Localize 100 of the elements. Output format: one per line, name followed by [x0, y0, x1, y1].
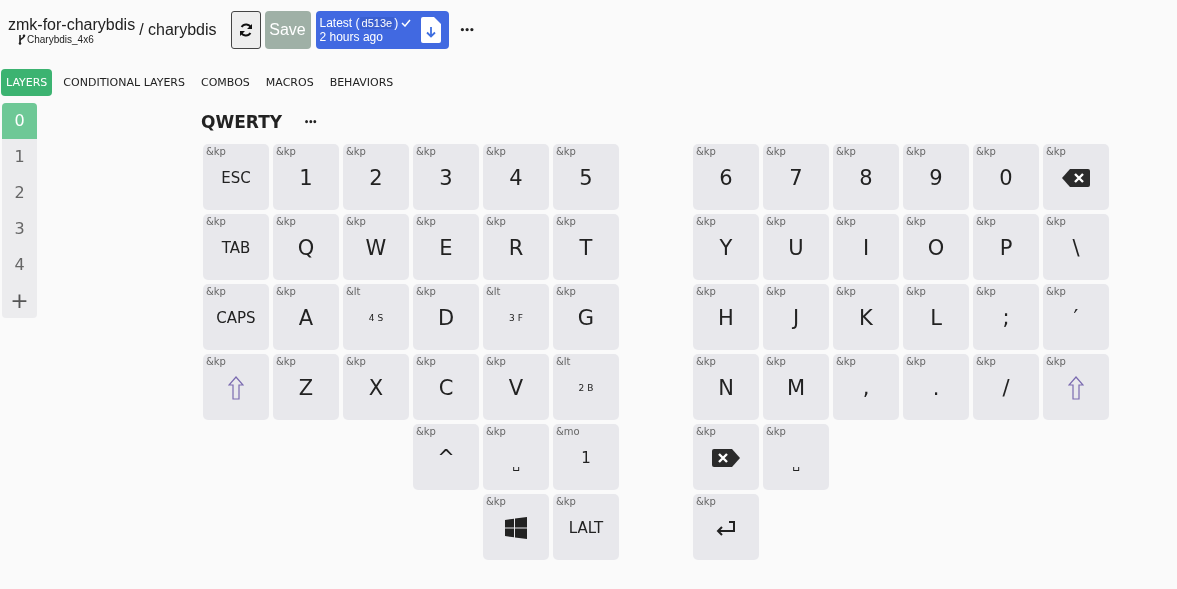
key[interactable]: &kp W [343, 214, 409, 280]
key-label: P [999, 236, 1013, 260]
key[interactable]: &kp X [343, 354, 409, 420]
key[interactable]: &kp 4 [483, 144, 549, 210]
key[interactable]: &kp 8 [833, 144, 899, 210]
key[interactable]: &kp [693, 424, 759, 490]
key[interactable]: &kp R [483, 214, 549, 280]
key-label: 6 [719, 166, 733, 190]
layer-menu[interactable]: ••• [304, 117, 317, 127]
key[interactable]: &kp \ [1043, 214, 1109, 280]
refresh-button[interactable] [230, 11, 261, 49]
binding-label: &kp [696, 216, 716, 228]
delete-icon [711, 448, 741, 468]
binding-label: &kp [766, 286, 786, 298]
key[interactable]: &kp ′ [1043, 284, 1109, 350]
key[interactable]: &kp L [903, 284, 969, 350]
key[interactable]: &kp C [413, 354, 479, 420]
key[interactable]: &kp ␣ [763, 424, 829, 490]
key[interactable]: &kp ESC [203, 144, 269, 210]
windows-icon [505, 517, 527, 539]
key-label: Z [298, 376, 314, 400]
key[interactable]: &lt 4 S [343, 284, 409, 350]
key[interactable]: &kp D [413, 284, 479, 350]
tab[interactable]: CONDITIONAL LAYERS [58, 69, 190, 96]
tab[interactable]: COMBOS [196, 69, 255, 96]
key[interactable]: &kp E [413, 214, 479, 280]
key[interactable]: &kp A [273, 284, 339, 350]
key-label: E [439, 236, 453, 260]
key[interactable]: &kp O [903, 214, 969, 280]
layer-item[interactable]: 4 [2, 246, 37, 283]
key[interactable]: &kp , [833, 354, 899, 420]
key[interactable]: &kp 3 [413, 144, 479, 210]
key[interactable]: &kp T [553, 214, 619, 280]
key[interactable]: &lt 2 B [553, 354, 619, 420]
binding-label: &kp [276, 356, 296, 368]
key[interactable]: &kp Q [273, 214, 339, 280]
key[interactable]: &kp [1043, 144, 1109, 210]
key[interactable]: &kp [1043, 354, 1109, 420]
key-label: ; [1002, 306, 1010, 330]
key[interactable]: &kp U [763, 214, 829, 280]
key[interactable]: &kp 2 [343, 144, 409, 210]
key[interactable]: &kp 9 [903, 144, 969, 210]
key[interactable]: &kp TAB [203, 214, 269, 280]
tab[interactable]: MACROS [260, 69, 319, 96]
key[interactable]: &kp P [973, 214, 1039, 280]
tab[interactable]: BEHAVIORS [324, 69, 399, 96]
branch-label[interactable]: Charybdis_4x6 [8, 33, 136, 45]
binding-label: &kp [766, 216, 786, 228]
key[interactable]: &kp LALT [553, 494, 619, 560]
key[interactable]: &kp 1 [273, 144, 339, 210]
key[interactable]: &kp 0 [973, 144, 1039, 210]
layer-item[interactable]: 2 [2, 174, 37, 211]
key[interactable]: &kp 6 [693, 144, 759, 210]
key-label: R [508, 236, 524, 260]
key[interactable]: &kp [693, 494, 759, 560]
key-label: \ [1072, 236, 1080, 260]
key[interactable]: &kp N [693, 354, 759, 420]
key-label: 1 [581, 449, 591, 467]
key[interactable]: &kp 5 [553, 144, 619, 210]
key[interactable]: &kp K [833, 284, 899, 350]
binding-label: &kp [696, 426, 716, 438]
binding-label: &kp [556, 496, 576, 508]
key-label: X [368, 376, 384, 400]
key[interactable]: &kp M [763, 354, 829, 420]
key[interactable]: &kp Z [273, 354, 339, 420]
add-layer-button[interactable]: + [2, 282, 37, 318]
key-label: 0 [999, 166, 1013, 190]
key[interactable]: &kp ␣ [483, 424, 549, 490]
branch-icon [18, 33, 26, 45]
key[interactable]: &kp G [553, 284, 619, 350]
key[interactable]: &mo 1 [553, 424, 619, 490]
version-button[interactable]: Latest ( d513e ) 2 hours ago [315, 11, 450, 49]
key-label: CAPS [216, 309, 256, 327]
key[interactable]: &kp V [483, 354, 549, 420]
more-menu[interactable]: ••• [459, 25, 474, 35]
binding-label: &kp [276, 286, 296, 298]
layer-item[interactable]: 3 [2, 210, 37, 247]
key[interactable]: &kp J [763, 284, 829, 350]
layer-item[interactable]: 1 [2, 138, 37, 175]
key[interactable]: &lt 3 F [483, 284, 549, 350]
key[interactable]: &kp ^ [413, 424, 479, 490]
key[interactable]: &kp I [833, 214, 899, 280]
key[interactable]: &kp H [693, 284, 759, 350]
key-label: ␣ [512, 457, 520, 471]
key[interactable]: &kp Y [693, 214, 759, 280]
key[interactable]: &kp 7 [763, 144, 829, 210]
key[interactable]: &kp CAPS [203, 284, 269, 350]
key-label: 9 [929, 166, 943, 190]
check-icon [401, 19, 412, 27]
key[interactable]: &kp [203, 354, 269, 420]
key-label: , [862, 376, 870, 400]
key[interactable]: &kp [483, 494, 549, 560]
key-label: V [508, 376, 524, 400]
key[interactable]: &kp . [903, 354, 969, 420]
key[interactable]: &kp / [973, 354, 1039, 420]
repository-name[interactable]: zmk-for-charybdis [8, 15, 136, 34]
binding-label: &kp [1046, 356, 1066, 368]
key-label: T [579, 236, 593, 260]
key[interactable]: &kp ; [973, 284, 1039, 350]
binding-label: &kp [906, 356, 926, 368]
